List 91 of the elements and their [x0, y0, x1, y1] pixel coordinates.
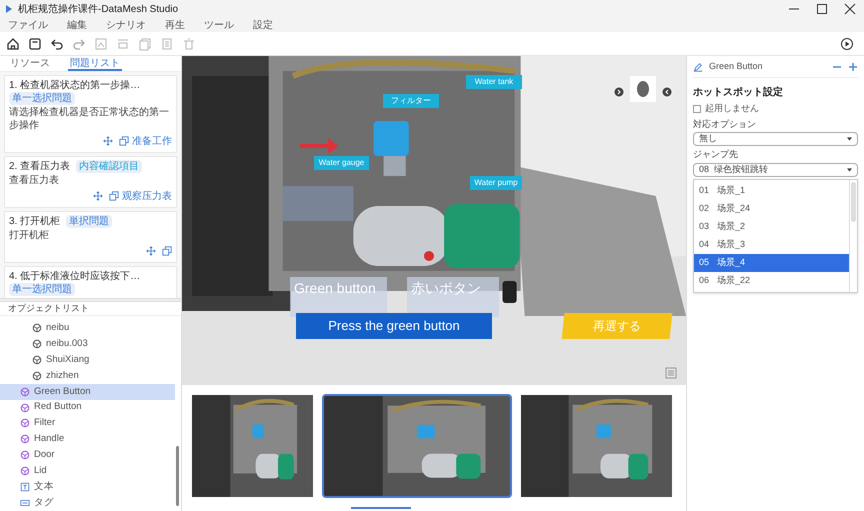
field-label: 対応オプション — [693, 118, 757, 130]
app-logo-icon — [4, 4, 14, 14]
question-card[interactable]: 4. 低于标准液位时应该按下… 单一选択問題 — [4, 266, 177, 298]
dropdown-option[interactable]: 02 场景_24 — [694, 200, 849, 218]
dropdown-option[interactable]: 04 场景_3 — [694, 236, 849, 254]
window-title: 机柜规范操作课件-DataMesh Studio — [18, 2, 178, 16]
edit-icon[interactable] — [693, 62, 703, 72]
redo-icon[interactable] — [72, 36, 86, 50]
checkbox[interactable] — [693, 104, 701, 113]
menu-item[interactable]: ファイル — [8, 18, 48, 32]
panel-title: オブジェクトリスト — [0, 302, 181, 316]
question-title: 1. 检查机器状态的第一步操… — [9, 79, 140, 92]
cube-icon — [32, 354, 42, 365]
callout-label: Water tank — [466, 75, 522, 89]
cube-icon — [20, 450, 30, 460]
question-title: 2. 查看压力表 — [9, 160, 70, 173]
tree-item[interactable]: Door — [0, 447, 175, 464]
tree-item[interactable]: Handle — [0, 431, 175, 448]
menu-item[interactable]: ツール — [204, 18, 234, 32]
move-icon[interactable] — [93, 191, 103, 201]
dropdown[interactable]: 無し — [693, 132, 858, 146]
list-icon[interactable] — [665, 367, 677, 379]
dropdown-option[interactable]: 05 场景_4 — [694, 254, 849, 272]
field-label: ジャンプ先 — [693, 148, 739, 161]
tree-item[interactable]: Green Button — [0, 384, 175, 400]
tree-item[interactable]: neibu.003 — [0, 336, 175, 352]
play-icon[interactable] — [840, 36, 854, 50]
question-title: 3. 打开机柜 — [9, 215, 60, 228]
scrollbar-thumb[interactable] — [176, 446, 179, 506]
question-tag: 单一选択問題 — [9, 283, 75, 296]
checkbox-label: 起用しません — [705, 102, 759, 115]
object-name: Green Button — [709, 60, 763, 73]
cube-icon — [20, 386, 30, 397]
question-card[interactable]: 2. 查看压力表 内容確認項目 查看压力表 观察压力表 — [4, 156, 177, 208]
copy-icon[interactable] — [162, 246, 172, 256]
tree-item[interactable]: 文本 — [0, 479, 175, 496]
cube-icon — [32, 322, 42, 333]
cube-icon — [32, 338, 42, 349]
callout-label: フィルター — [383, 94, 439, 108]
callout-label: Water pump — [470, 176, 522, 190]
tab[interactable]: リソース — [8, 56, 52, 71]
cube-icon — [20, 466, 30, 476]
tree-item[interactable]: Red Button — [0, 400, 175, 416]
text-icon — [20, 482, 30, 492]
copy-icon[interactable] — [119, 136, 129, 146]
instruction-banner: Press the green button — [296, 313, 492, 339]
tree-item[interactable]: Filter — [0, 416, 175, 432]
dropdown-option[interactable]: 03 场景_2 — [694, 218, 849, 236]
question-title: 4. 低于标准液位时应该按下… — [9, 270, 140, 283]
move-icon[interactable] — [103, 136, 113, 146]
dropdown-option[interactable]: 01 场景_1 — [694, 182, 849, 200]
copy-icon[interactable] — [109, 191, 119, 201]
scrollbar-thumb[interactable] — [351, 507, 411, 509]
link[interactable]: 准备工作 — [132, 134, 172, 148]
section-title: ホットスポット設定 — [693, 85, 784, 100]
caret-icon — [847, 137, 852, 141]
question-card[interactable]: 1. 检查机器状态的第一步操… 单一选択問題 请选择检查机器是否正常状态的第一步操作 准备工作 — [4, 75, 177, 153]
cube-icon — [20, 402, 30, 413]
menu-item[interactable]: シナリオ — [106, 18, 146, 32]
cube-icon — [32, 370, 42, 381]
tree-item[interactable]: タグ — [0, 495, 175, 511]
question-tag: 内容確認項目 — [76, 160, 142, 173]
question-description: 请选择检查机器是否正常状态的第一步操作 — [9, 106, 170, 132]
question-tag: 単択問題 — [66, 215, 112, 228]
cube-icon — [20, 434, 30, 444]
tag-icon — [20, 498, 30, 508]
callout-label: Water gauge — [314, 156, 369, 170]
dropdown-option[interactable]: 06 场景_22 — [694, 272, 849, 290]
tree-item[interactable]: zhizhen — [0, 368, 175, 384]
caret-icon — [847, 168, 852, 172]
question-description: 打开机柜 — [9, 229, 50, 242]
save-icon[interactable] — [28, 36, 42, 50]
menu-item[interactable]: 編集 — [67, 18, 87, 32]
question-card[interactable]: 3. 打开机柜 単択問題 打开机柜 — [4, 211, 177, 263]
tree-item[interactable]: ShuiXiang — [0, 352, 175, 368]
menu-item[interactable]: 設定 — [253, 18, 273, 32]
hotspot-label: 赤いボタン — [407, 277, 499, 317]
plus-icon[interactable] — [848, 62, 858, 72]
tree-item[interactable]: neibu — [0, 320, 175, 336]
question-description: 查看压力表 — [9, 174, 60, 187]
scrollbar-thumb[interactable] — [851, 182, 856, 222]
undo-icon[interactable] — [50, 36, 64, 50]
tree-item[interactable]: Lid — [0, 463, 175, 480]
move-icon[interactable] — [146, 246, 156, 256]
hotspot-label: Green button — [290, 277, 387, 317]
dropdown[interactable]: 08 绿色按钮跳转 — [693, 162, 858, 176]
menu-item[interactable]: 再生 — [165, 18, 185, 32]
link[interactable]: 观察压力表 — [122, 188, 172, 204]
home-icon[interactable] — [6, 36, 20, 50]
question-tag: 单一选択問題 — [9, 92, 75, 105]
cube-icon — [20, 418, 30, 428]
